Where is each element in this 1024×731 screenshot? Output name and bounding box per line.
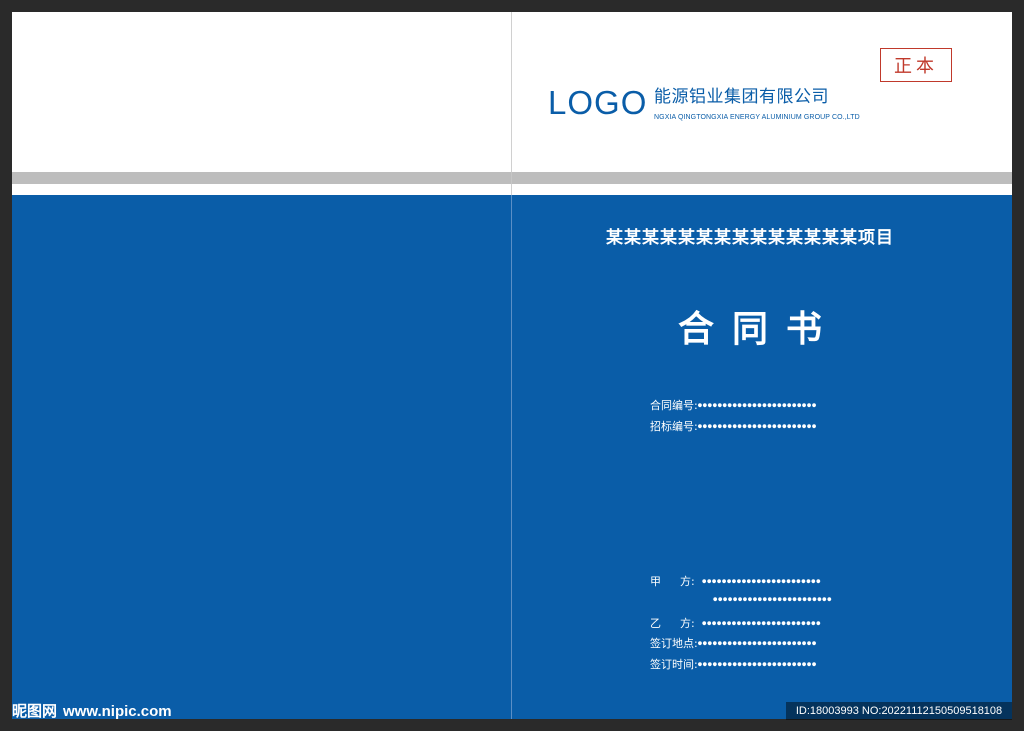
watermark-brand: 昵图网 www.nipic.com [12,702,172,720]
signing-time-field: 签订时间:●●●●●●●●●●●●●●●●●●●●●●●● [650,659,817,670]
party-a-field: 甲 方: ●●●●●●●●●●●●●●●●●●●●●●●● [650,576,821,587]
watermark-id: ID:18003993 NO:20221112150509518108 [786,702,1012,720]
company-name-en: NGXIA QINGTONGXIA ENERGY ALUMINIUM GROUP… [654,114,860,121]
party-b-label-1: 乙 [650,617,661,630]
party-a-label-2: 方: [680,575,695,588]
original-copy-stamp: 正本 [880,48,952,82]
fill-in-dots: ●●●●●●●●●●●●●●●●●●●●●●●● [702,578,822,585]
logo: LOGO [548,84,648,121]
party-a-field-second-line: ●●●●●●●●●●●●●●●●●●●●●●●● [713,594,832,605]
fill-in-dots: ●●●●●●●●●●●●●●●●●●●●●●●● [697,640,817,647]
fill-in-dots: ●●●●●●●●●●●●●●●●●●●●●●●● [702,620,822,627]
contract-number-field: 合同编号:●●●●●●●●●●●●●●●●●●●●●●●● [650,400,817,411]
spine-fold-line-blue [511,195,512,719]
signing-place-field: 签订地点:●●●●●●●●●●●●●●●●●●●●●●●● [650,638,817,649]
project-name: 某某某某某某某某某某某某某某项目 [606,228,894,248]
tender-number-label: 招标编号: [650,420,698,433]
document-title: 合同书 [677,309,840,350]
party-a-label-1: 甲 [650,575,661,588]
signing-time-label: 签订时间: [650,658,698,671]
fill-in-dots: ●●●●●●●●●●●●●●●●●●●●●●●● [697,661,817,668]
watermark-brand-name: 昵图网 [12,702,58,720]
signing-place-label: 签订地点: [650,637,698,650]
tender-number-field: 招标编号:●●●●●●●●●●●●●●●●●●●●●●●● [650,421,817,432]
party-b-label-2: 方: [680,617,695,630]
party-b-field: 乙 方: ●●●●●●●●●●●●●●●●●●●●●●●● [650,618,821,629]
contract-number-label: 合同编号: [650,399,698,412]
blue-cover-area [12,195,1012,719]
fill-in-dots: ●●●●●●●●●●●●●●●●●●●●●●●● [713,596,833,603]
gray-divider-band [12,172,1012,184]
watermark-site: www.nipic.com [63,703,172,720]
cover-sheet [12,12,1012,719]
company-name-cn: 能源铝业集团有限公司 [654,87,829,107]
fill-in-dots: ●●●●●●●●●●●●●●●●●●●●●●●● [697,423,817,430]
fill-in-dots: ●●●●●●●●●●●●●●●●●●●●●●●● [697,402,817,409]
